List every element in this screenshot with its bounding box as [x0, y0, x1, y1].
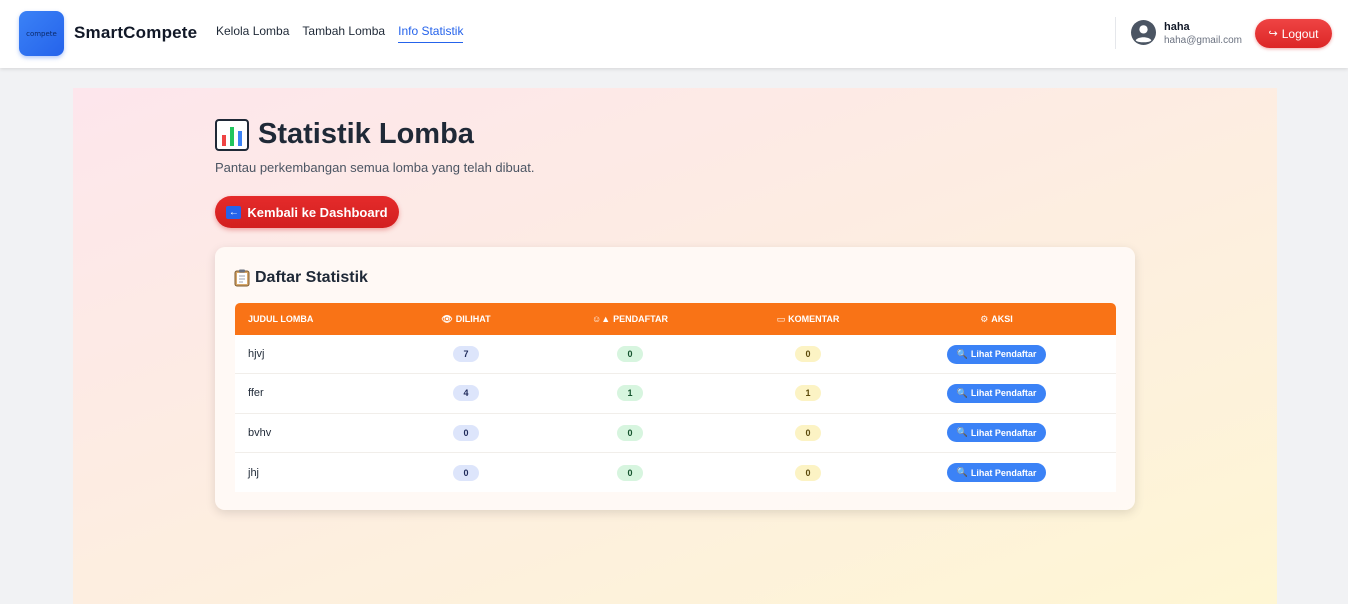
brand-name[interactable]: SmartCompete [74, 23, 197, 43]
nav-links: Kelola Lomba Tambah Lomba Info Statistik [216, 24, 464, 43]
card-title: Daftar Statistik [234, 269, 368, 287]
row-title: jhj [248, 466, 260, 479]
table-body: hjvj 7 0 0 🔍 Lihat Pendaftar ffer 4 1 1 🔍… [235, 335, 1116, 493]
table-row: jhj 0 0 0 🔍 Lihat Pendaftar [235, 453, 1116, 492]
row-title: ffer [248, 387, 264, 400]
logo-text: compete [26, 29, 57, 38]
person-graduation-icon: ☺▲ [592, 314, 611, 324]
speech-bubble-icon: ▭ [776, 313, 786, 324]
logout-button[interactable]: ↪ Logout [1255, 19, 1332, 48]
card-title-text: Daftar Statistik [255, 269, 368, 286]
col-comments-header[interactable]: ▭ KOMENTAR [739, 314, 877, 325]
action-label: Lihat Pendaftar [970, 388, 1037, 399]
back-label: Kembali ke Dashboard [247, 204, 388, 220]
comments-badge: 0 [795, 346, 821, 363]
row-title: bvhv [248, 426, 272, 439]
clipboard-icon [234, 269, 250, 287]
col-title-label: JUDUL LOMBA [248, 314, 314, 324]
col-title-header[interactable]: JUDUL LOMBA [235, 314, 411, 324]
col-registrants-label: PENDAFTAR [613, 314, 668, 324]
views-badge: 0 [453, 464, 479, 481]
bar-chart-icon [215, 118, 249, 151]
comments-badge: 0 [795, 464, 821, 481]
table-header: JUDUL LOMBA 👁 DILIHAT ☺▲ PENDAFTAR ▭ KOM… [235, 303, 1116, 335]
eye-icon: 👁 [441, 313, 453, 324]
comments-badge: 0 [795, 424, 821, 441]
col-views-header[interactable]: 👁 DILIHAT [411, 314, 521, 325]
col-action-label: AKSI [991, 314, 1013, 324]
col-comments-label: KOMENTAR [788, 314, 840, 324]
back-arrow-icon: ← [226, 205, 242, 219]
nav-tambah-lomba[interactable]: Tambah Lomba [302, 24, 385, 43]
top-navbar: compete SmartCompete Kelola Lomba Tambah… [0, 0, 1348, 68]
user-name: haha [1164, 21, 1190, 33]
action-label: Lihat Pendaftar [970, 349, 1037, 360]
row-title: hjvj [248, 348, 265, 361]
registrants-badge: 0 [617, 464, 643, 481]
col-views-label: DILIHAT [455, 314, 491, 324]
action-label: Lihat Pendaftar [970, 427, 1037, 438]
nav-divider [1115, 17, 1116, 49]
back-to-dashboard-button[interactable]: ← Kembali ke Dashboard [215, 196, 399, 228]
comments-badge: 1 [795, 385, 821, 402]
page-title-text: Statistik Lomba [258, 118, 474, 150]
view-registrants-button[interactable]: 🔍 Lihat Pendaftar [946, 463, 1047, 483]
table-row: ffer 4 1 1 🔍 Lihat Pendaftar [235, 374, 1116, 414]
action-label: Lihat Pendaftar [970, 467, 1037, 478]
table-row: bvhv 0 0 0 🔍 Lihat Pendaftar [235, 414, 1116, 453]
registrants-badge: 0 [617, 346, 643, 363]
page-title: Statistik Lomba [215, 118, 474, 151]
statistics-card: Daftar Statistik JUDUL LOMBA 👁 DILIHAT ☺… [215, 247, 1135, 510]
gear-icon: ⚙ [980, 313, 989, 324]
col-action-header: ⚙ AKSI [877, 314, 1116, 325]
user-email: haha@gmail.com [1164, 35, 1242, 46]
views-badge: 0 [453, 424, 479, 441]
logout-icon: ↪ [1268, 28, 1278, 40]
registrants-badge: 0 [617, 424, 643, 441]
app-logo[interactable]: compete [19, 11, 64, 56]
table-row: hjvj 7 0 0 🔍 Lihat Pendaftar [235, 335, 1116, 375]
view-registrants-button[interactable]: 🔍 Lihat Pendaftar [946, 383, 1047, 403]
view-registrants-button[interactable]: 🔍 Lihat Pendaftar [946, 344, 1047, 364]
magnifier-icon: 🔍 [956, 467, 968, 478]
nav-kelola-lomba[interactable]: Kelola Lomba [216, 24, 289, 43]
magnifier-icon: 🔍 [956, 427, 968, 438]
col-registrants-header[interactable]: ☺▲ PENDAFTAR [521, 314, 739, 324]
nav-info-statistik[interactable]: Info Statistik [398, 24, 464, 43]
logout-label: Logout [1281, 26, 1319, 41]
statistics-table: JUDUL LOMBA 👁 DILIHAT ☺▲ PENDAFTAR ▭ KOM… [235, 303, 1116, 493]
views-badge: 7 [453, 346, 479, 363]
registrants-badge: 1 [617, 385, 643, 402]
user-circle-icon[interactable] [1131, 20, 1156, 45]
magnifier-icon: 🔍 [956, 387, 968, 398]
views-badge: 4 [453, 385, 479, 402]
view-registrants-button[interactable]: 🔍 Lihat Pendaftar [946, 423, 1047, 443]
magnifier-icon: 🔍 [956, 348, 968, 359]
page-subtitle: Pantau perkembangan semua lomba yang tel… [215, 160, 535, 175]
